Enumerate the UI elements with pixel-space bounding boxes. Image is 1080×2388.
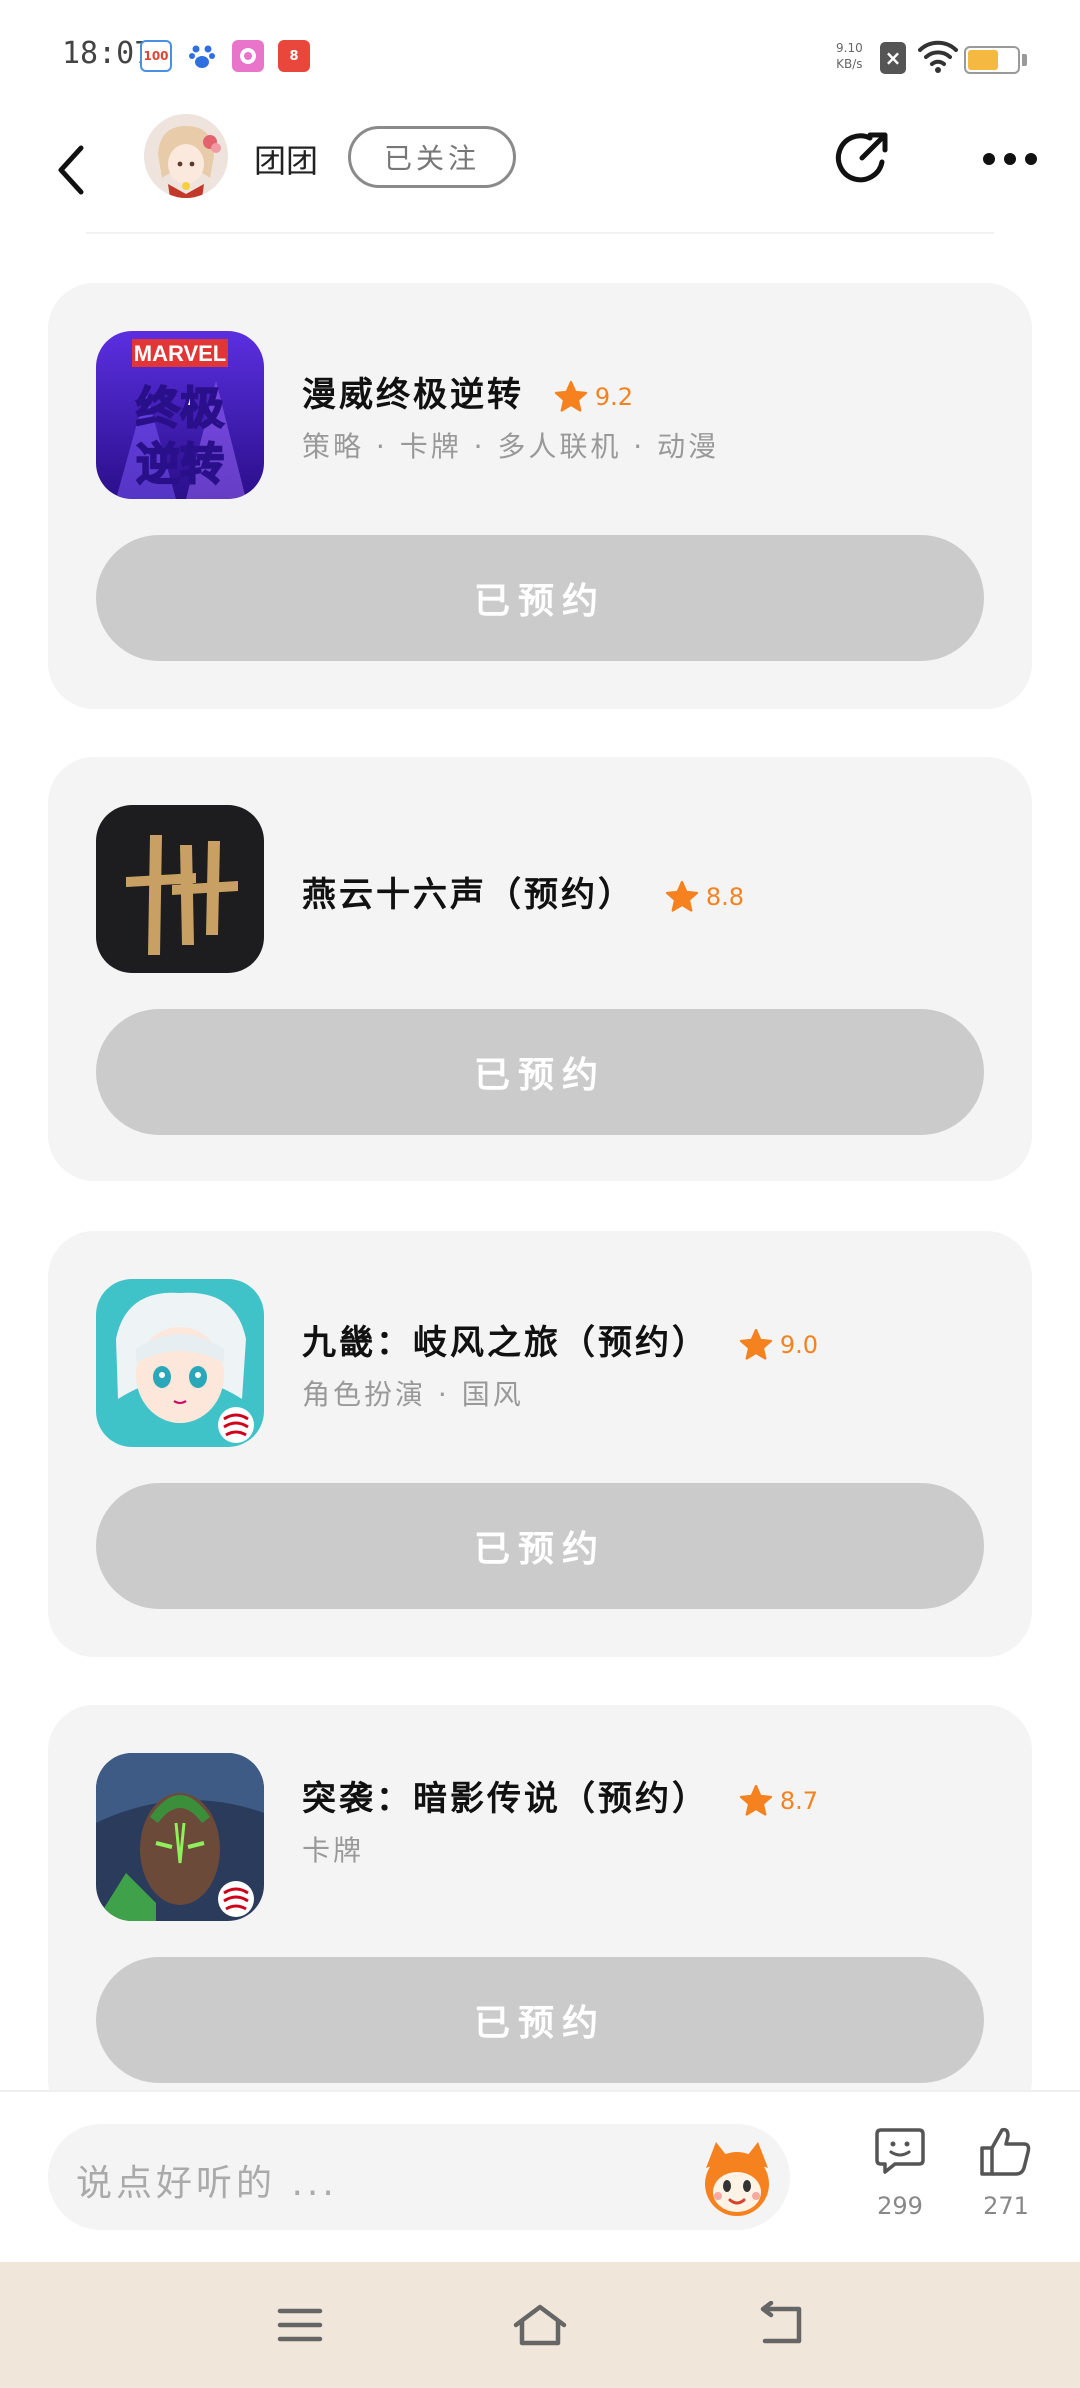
game-tags: 卡牌 [302,1834,365,1867]
anime-avatar-icon [144,114,228,198]
star-icon [554,380,587,412]
game-rating: 9.0 [738,1327,818,1363]
rating-value: 9.0 [779,1330,819,1359]
home-icon [513,2304,567,2346]
net-speed-value: 9.10 [836,41,863,55]
more-dot-icon [983,153,995,165]
yanyun-icon[interactable] [96,805,264,973]
comment-input[interactable]: 说点好听的 ... [48,2124,790,2230]
game-rating: 9.2 [553,379,633,415]
jiuji-icon[interactable] [96,1279,264,1447]
back-nav-button[interactable] [740,2292,820,2358]
sim-off-icon: × [880,42,906,74]
svg-text:MARVEL: MARVEL [134,341,227,366]
net-speed-unit: KB/s [836,57,863,71]
star-icon [665,880,698,912]
notification-icons: 100 8 [140,40,310,72]
game-card-jiuji[interactable]: 九畿：岐风之旅（预约） 9.0 角色扮演 · 国风 已预约 [48,1231,1032,1657]
comment-bar: 说点好听的 ... 299 271 [0,2090,1080,2262]
reserved-button[interactable]: 已预约 [96,1483,984,1609]
back-button[interactable] [40,130,100,210]
avatar[interactable] [144,114,228,198]
game-rating: 8.8 [664,879,744,915]
game-name-text: 燕云十六声（预约） [302,875,635,915]
game-tags: 角色扮演 · 国风 [302,1378,524,1411]
top-header: 团团 已关注 [0,110,1080,234]
star-icon [739,1784,772,1816]
reserved-button[interactable]: 已预约 [96,1957,984,2083]
recent-apps-button[interactable] [260,2292,340,2358]
comment-placeholder: 说点好听的 ... [76,2163,338,2204]
rating-value: 8.7 [779,1786,819,1815]
rating-value: 9.2 [594,382,634,411]
more-dot-icon [1004,153,1016,165]
marvel-snap-icon[interactable]: MARVEL 终极 逆转 [96,331,264,499]
like-button[interactable]: 271 [966,2124,1046,2220]
game-card-marvel[interactable]: MARVEL 终极 逆转 漫威终极逆转 9.2 策略 · 卡牌 · 多人联机 ·… [48,283,1032,709]
status-bar: 18:07 100 8 9.10 KB/s × [0,0,1080,110]
comment-count: 299 [877,2192,923,2220]
game-name-text: 九畿：岐风之旅（预约） [302,1323,709,1363]
battery-level [968,50,998,70]
game-card-yanyun[interactable]: 燕云十六声（预约） 8.8 已预约 [48,757,1032,1181]
like-count: 271 [983,2192,1029,2220]
menu-icon [277,2308,323,2342]
game-title[interactable]: 燕云十六声（预约） 8.8 [302,867,744,916]
star-icon [739,1328,772,1360]
camera-app-icon [232,40,264,72]
baidu-paw-icon [186,40,218,72]
wifi-icon [918,40,958,73]
home-button[interactable] [500,2292,580,2358]
battery-icon [964,46,1020,74]
system-nav-bar [0,2262,1080,2388]
game-title[interactable]: 九畿：岐风之旅（预约） 9.0 [302,1315,818,1364]
svg-text:终极: 终极 [136,383,224,434]
follow-button[interactable]: 已关注 [348,126,516,188]
chevron-left-icon [58,145,84,195]
raid-icon[interactable] [96,1753,264,1921]
game-tags: 策略 · 卡牌 · 多人联机 · 动漫 [302,430,720,463]
game-title[interactable]: 漫威终极逆转 9.2 [302,367,633,416]
back-arrow-icon [760,2301,802,2344]
app-100-icon: 100 [140,40,172,72]
status-time: 18:07 [62,36,153,71]
game-card-raid[interactable]: 突袭：暗影传说（预约） 8.7 卡牌 已预约 [48,1705,1032,2125]
game-rating: 8.7 [738,1783,818,1819]
more-dot-icon [1025,153,1037,165]
share-button[interactable] [828,124,898,194]
game-name-text: 漫威终极逆转 [302,375,524,415]
svg-text:逆转: 逆转 [136,439,224,490]
rating-value: 8.8 [705,882,745,911]
header-divider [86,232,994,234]
thumbs-up-icon [980,2127,1031,2176]
reserved-button[interactable]: 已预约 [96,1009,984,1135]
reserved-button[interactable]: 已预约 [96,535,984,661]
comment-icon [875,2128,925,2174]
username[interactable]: 团团 [254,136,318,182]
game-title[interactable]: 突袭：暗影传说（预约） 8.7 [302,1771,818,1820]
more-options-button[interactable] [970,124,1050,194]
app-8-icon: 8 [278,40,310,72]
network-speed: 9.10 KB/s [836,40,863,72]
mascot-emoji-icon[interactable] [696,2138,778,2218]
battery-tip [1022,54,1027,66]
share-icon [835,132,888,183]
game-name-text: 突袭：暗影传说（预约） [302,1779,709,1819]
comment-count-button[interactable]: 299 [860,2124,940,2220]
